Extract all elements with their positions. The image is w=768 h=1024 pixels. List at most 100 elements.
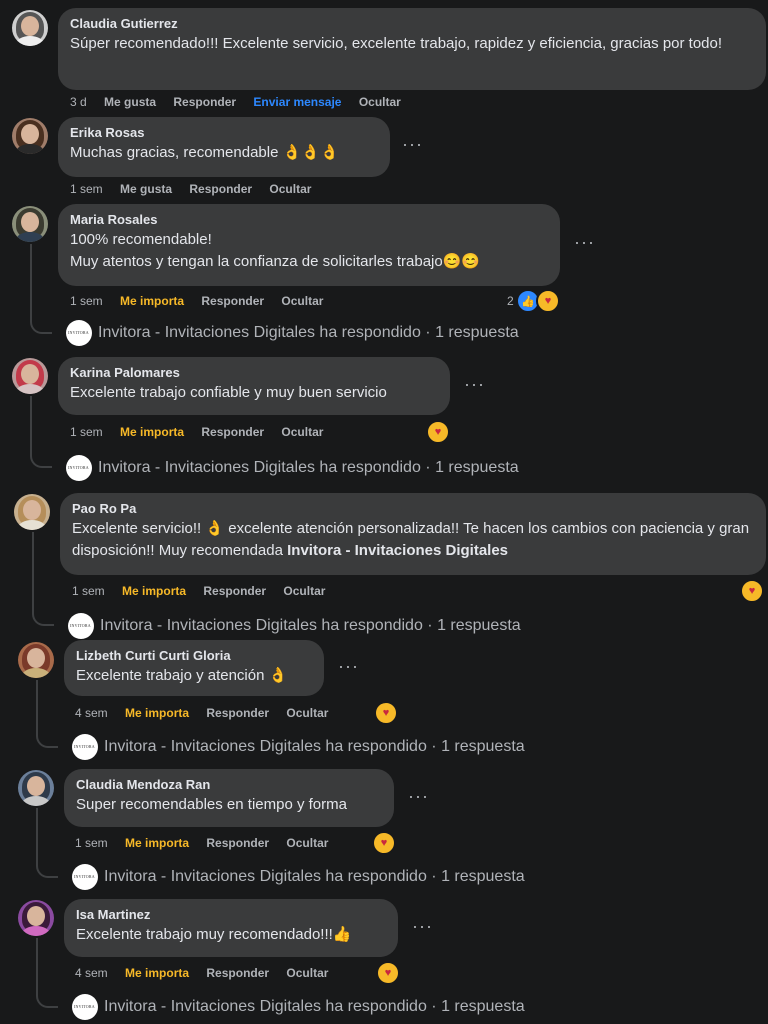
reply-button[interactable]: Responder bbox=[201, 294, 264, 308]
comment-time[interactable]: 4 sem bbox=[75, 706, 108, 720]
comment-author[interactable]: Isa Martinez bbox=[76, 907, 386, 922]
care-reaction-icon[interactable]: ♥ bbox=[536, 289, 560, 313]
comment-author[interactable]: Claudia Mendoza Ran bbox=[76, 777, 382, 792]
reply-summary-text[interactable]: Invitora - Invitaciones Digitales ha res… bbox=[104, 868, 525, 885]
comment-bubble: Karina Palomares Excelente trabajo confi… bbox=[58, 357, 450, 415]
comment-author[interactable]: Erika Rosas bbox=[70, 125, 378, 140]
more-options-icon[interactable]: ··· bbox=[464, 374, 485, 395]
like-button[interactable]: Me importa bbox=[125, 836, 189, 850]
hide-button[interactable]: Ocultar bbox=[281, 425, 323, 439]
reply-summary-text[interactable]: Invitora - Invitaciones Digitales ha res… bbox=[100, 617, 521, 634]
care-reaction-icon[interactable]: ♥ bbox=[372, 831, 396, 855]
comment-author[interactable]: Lizbeth Curti Curti Gloria bbox=[76, 648, 312, 663]
comment-actions: 1 sem Me importa Responder Ocultar bbox=[75, 836, 342, 850]
more-options-icon[interactable]: ··· bbox=[402, 134, 423, 155]
reply-button[interactable]: Responder bbox=[173, 95, 236, 109]
care-reaction-icon[interactable]: ♥ bbox=[374, 701, 398, 725]
invitora-logo-icon bbox=[68, 613, 94, 639]
care-reaction-icon[interactable]: ♥ bbox=[376, 961, 400, 985]
comment-actions: 3 d Me gusta Responder Enviar mensaje Oc… bbox=[70, 95, 415, 109]
comment-author[interactable]: Karina Palomares bbox=[70, 365, 438, 380]
like-button[interactable]: Me importa bbox=[122, 584, 186, 598]
comment-time[interactable]: 4 sem bbox=[75, 966, 108, 980]
more-options-icon[interactable]: ··· bbox=[412, 916, 433, 937]
reply-summary[interactable]: Invitora - Invitaciones Digitales ha res… bbox=[68, 613, 521, 639]
avatar[interactable] bbox=[18, 900, 54, 936]
reply-summary-text[interactable]: Invitora - Invitaciones Digitales ha res… bbox=[98, 324, 519, 341]
like-button[interactable]: Me gusta bbox=[104, 95, 156, 109]
hide-button[interactable]: Ocultar bbox=[286, 836, 328, 850]
comment-text: Súper recomendado!!! Excelente servicio,… bbox=[70, 35, 723, 52]
comment-time[interactable]: 3 d bbox=[70, 95, 87, 109]
like-button[interactable]: Me importa bbox=[120, 294, 184, 308]
comment-time[interactable]: 1 sem bbox=[70, 294, 103, 308]
avatar[interactable] bbox=[12, 10, 48, 46]
comment-bubble: Maria Rosales 100% recomendable! Muy ate… bbox=[58, 204, 560, 286]
comment-author[interactable]: Maria Rosales bbox=[70, 212, 548, 227]
invitora-logo-icon bbox=[66, 455, 92, 481]
comment-time[interactable]: 1 sem bbox=[72, 584, 105, 598]
comment-actions: 1 sem Me importa Responder Ocultar bbox=[70, 425, 337, 439]
avatar[interactable] bbox=[18, 770, 54, 806]
comment-bubble: Isa Martinez Excelente trabajo muy recom… bbox=[64, 899, 398, 957]
comment-time[interactable]: 1 sem bbox=[75, 836, 108, 850]
care-reaction-icon[interactable]: ♥ bbox=[740, 579, 764, 603]
avatar[interactable] bbox=[12, 118, 48, 154]
like-button[interactable]: Me gusta bbox=[120, 182, 172, 196]
like-button[interactable]: Me importa bbox=[125, 706, 189, 720]
reply-summary[interactable]: Invitora - Invitaciones Digitales ha res… bbox=[72, 734, 525, 760]
comment-bubble: Erika Rosas Muchas gracias, recomendable… bbox=[58, 117, 390, 177]
comment-text: 100% recomendable! Muy atentos y tengan … bbox=[70, 229, 548, 273]
reply-button[interactable]: Responder bbox=[206, 836, 269, 850]
send-message-button[interactable]: Enviar mensaje bbox=[253, 95, 341, 109]
avatar[interactable] bbox=[18, 642, 54, 678]
reply-button[interactable]: Responder bbox=[189, 182, 252, 196]
comment-time[interactable]: 1 sem bbox=[70, 182, 103, 196]
reply-summary[interactable]: Invitora - Invitaciones Digitales ha res… bbox=[66, 320, 519, 346]
hide-button[interactable]: Ocultar bbox=[286, 706, 328, 720]
comment-time[interactable]: 1 sem bbox=[70, 425, 103, 439]
avatar[interactable] bbox=[12, 358, 48, 394]
invitora-logo-icon bbox=[72, 734, 98, 760]
comment-actions: 1 sem Me importa Responder Ocultar bbox=[72, 584, 339, 598]
reply-button[interactable]: Responder bbox=[203, 584, 266, 598]
like-button[interactable]: Me importa bbox=[125, 966, 189, 980]
comment-bubble: Claudia Gutierrez Súper recomendado!!! E… bbox=[58, 8, 766, 90]
hide-button[interactable]: Ocultar bbox=[269, 182, 311, 196]
hide-button[interactable]: Ocultar bbox=[286, 966, 328, 980]
comment-actions: 4 sem Me importa Responder Ocultar bbox=[75, 966, 342, 980]
hide-button[interactable]: Ocultar bbox=[359, 95, 401, 109]
avatar[interactable] bbox=[12, 206, 48, 242]
like-button[interactable]: Me importa bbox=[120, 425, 184, 439]
reply-summary-text[interactable]: Invitora - Invitaciones Digitales ha res… bbox=[104, 738, 525, 755]
reply-button[interactable]: Responder bbox=[201, 425, 264, 439]
more-options-icon[interactable]: ··· bbox=[574, 232, 595, 253]
thread-line bbox=[32, 532, 54, 626]
reply-button[interactable]: Responder bbox=[206, 966, 269, 980]
reply-summary[interactable]: Invitora - Invitaciones Digitales ha res… bbox=[72, 864, 525, 890]
reply-button[interactable]: Responder bbox=[206, 706, 269, 720]
comment-actions: 1 sem Me importa Responder Ocultar bbox=[70, 294, 337, 308]
reply-summary[interactable]: Invitora - Invitaciones Digitales ha res… bbox=[66, 455, 519, 481]
comment-author[interactable]: Pao Ro Pa bbox=[72, 501, 754, 516]
thread-line bbox=[30, 396, 52, 468]
more-options-icon[interactable]: ··· bbox=[408, 786, 429, 807]
comment-text: Muchas gracias, recomendable 👌👌👌 bbox=[70, 144, 339, 161]
reply-summary-text[interactable]: Invitora - Invitaciones Digitales ha res… bbox=[98, 459, 519, 476]
page-mention-link[interactable]: Invitora - Invitaciones Digitales bbox=[287, 542, 508, 559]
comment-author[interactable]: Claudia Gutierrez bbox=[70, 16, 754, 31]
hide-button[interactable]: Ocultar bbox=[281, 294, 323, 308]
hide-button[interactable]: Ocultar bbox=[283, 584, 325, 598]
reply-summary[interactable]: Invitora - Invitaciones Digitales ha res… bbox=[72, 994, 525, 1020]
comment-bubble: Pao Ro Pa Excelente servicio!! 👌 excelen… bbox=[60, 493, 766, 575]
thread-line bbox=[30, 244, 52, 334]
thread-line bbox=[36, 938, 58, 1008]
reaction-count[interactable]: 2 bbox=[507, 294, 514, 308]
comment-text-line: Muy atentos y tengan la confianza de sol… bbox=[70, 253, 481, 270]
avatar[interactable] bbox=[14, 494, 50, 530]
comment-text: Super recomendables en tiempo y forma bbox=[76, 796, 347, 813]
reply-summary-text[interactable]: Invitora - Invitaciones Digitales ha res… bbox=[104, 998, 525, 1015]
invitora-logo-icon bbox=[72, 994, 98, 1020]
more-options-icon[interactable]: ··· bbox=[338, 656, 359, 677]
care-reaction-icon[interactable]: ♥ bbox=[426, 420, 450, 444]
